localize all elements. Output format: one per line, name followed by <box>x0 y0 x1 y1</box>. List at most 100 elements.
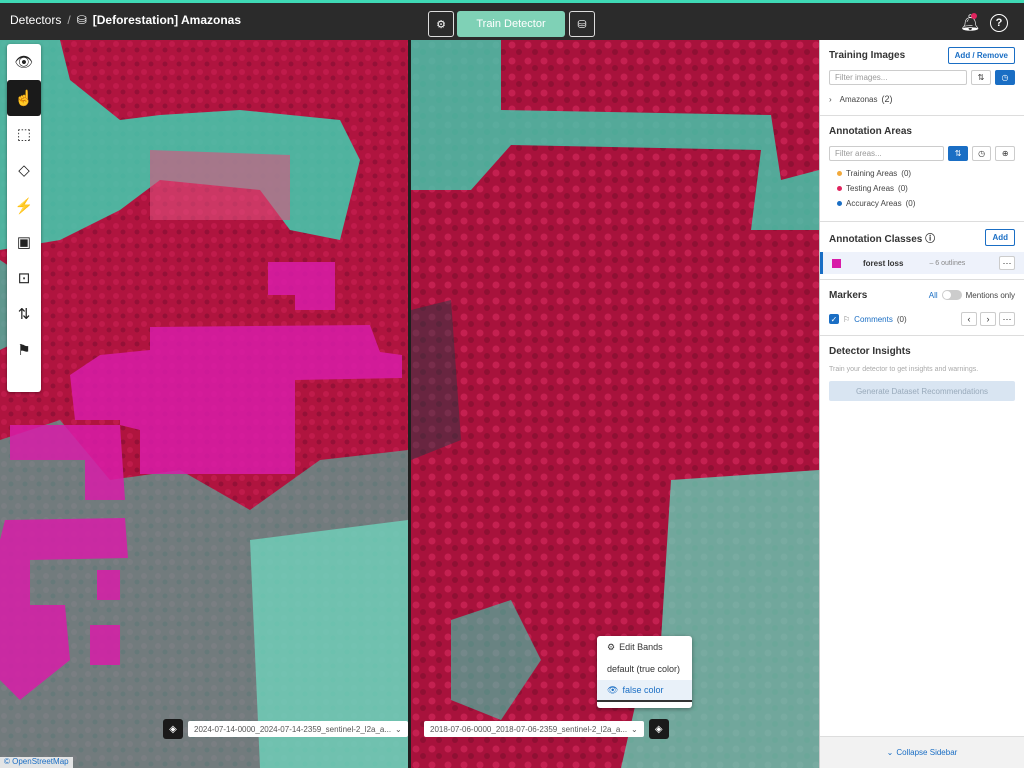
gear-icon: ⚙ <box>436 18 446 31</box>
chevron-down-double-icon: ⌄ <box>886 748 894 757</box>
view-tool[interactable]: 👁 <box>7 44 41 80</box>
annotation-areas-title: Annotation Areas <box>829 125 912 137</box>
markers-all-label[interactable]: All <box>929 291 938 300</box>
group-count: (2) <box>881 94 893 104</box>
flag-tool[interactable]: ⚑ <box>7 332 41 368</box>
zoom-select-icon: ⊡ <box>17 270 31 287</box>
magic-wand-icon: ⚡ <box>14 198 34 215</box>
class-row-forest-loss[interactable]: forest loss – 6 outlines ⋯ <box>820 252 1024 274</box>
areas-sort-button[interactable]: ⇅ <box>948 146 968 161</box>
top-bar: Detectors / ⛁ [Deforestation] Amazonas ⚙… <box>0 0 1024 40</box>
right-layers-button[interactable]: ◈ <box>648 719 669 739</box>
annotation-areas-section: Annotation Areas Filter areas... ⇅ ◷ ⊕ T… <box>820 116 1024 222</box>
polygon-icon: ◇ <box>18 162 30 179</box>
train-detector-button[interactable]: Train Detector <box>457 11 565 37</box>
right-date-select[interactable]: 2018-07-06-0000_2018-07-06-2359_sentinel… <box>424 721 644 737</box>
map-toolbar: 👁 ☝ ⬚ ◇ ⚡ ▣ ⊡ ⇅ ⚑ <box>7 44 41 392</box>
clock-icon: ◷ <box>1001 73 1009 82</box>
areas-globe-button[interactable]: ⊕ <box>995 146 1015 161</box>
notification-dot <box>971 13 977 19</box>
right-date-label: 2018-07-06-0000_2018-07-06-2359_sentinel… <box>430 724 628 734</box>
more-icon: ⋯ <box>1002 257 1012 268</box>
swap-icon: ⇅ <box>17 306 31 323</box>
next-comment-button[interactable]: › <box>980 312 996 326</box>
detector-insights-section: Detector Insights Train your detector to… <box>820 336 1024 418</box>
annotation-classes-label: Annotation Classes <box>829 233 923 245</box>
mentions-only-label: Mentions only <box>965 290 1015 300</box>
box-select-tool[interactable]: ⬚ <box>7 116 41 152</box>
breadcrumb-detectors[interactable]: Detectors <box>10 13 61 27</box>
pointer-icon: ☝ <box>14 90 34 107</box>
notifications-button[interactable]: 🔔︎ <box>960 13 980 33</box>
comment-icon: ⚐ <box>843 314 851 324</box>
group-name: Amazonas <box>839 94 878 104</box>
help-button[interactable]: ? <box>990 14 1008 32</box>
detector-insights-title: Detector Insights <box>829 345 911 357</box>
training-images-section: Training Images Add / Remove Filter image… <box>820 40 1024 116</box>
chevron-right-icon: › <box>986 314 990 324</box>
mentions-toggle[interactable] <box>941 290 962 300</box>
band-menu: ⚙ Edit Bands default (true color) 👁 false … <box>597 636 692 708</box>
database-button[interactable]: ⛁ <box>569 11 595 37</box>
insights-hint: Train your detector to get insights and … <box>829 366 979 373</box>
image-group-row[interactable]: › Amazonas (2) <box>829 94 1015 104</box>
sort-icon: ⇅ <box>954 149 962 158</box>
help-icon: ? <box>995 17 1003 29</box>
breadcrumb-separator: / <box>67 13 71 27</box>
info-icon: ⓘ <box>925 233 936 245</box>
zoom-select-tool[interactable]: ⊡ <box>7 260 41 296</box>
page-title: [Deforestation] Amazonas <box>92 13 242 27</box>
filter-areas-input[interactable]: Filter areas... <box>829 146 945 161</box>
left-date-label: 2024-07-14-0000_2024-07-14-2359_sentinel… <box>194 724 392 734</box>
eye-icon: 👁 <box>14 54 34 71</box>
chevron-left-icon: ‹ <box>967 314 971 324</box>
add-remove-button[interactable]: Add / Remove <box>947 46 1015 64</box>
add-class-button[interactable]: Add <box>985 228 1015 246</box>
collapse-sidebar-button[interactable]: ⌄ Collapse Sidebar <box>820 736 1024 768</box>
class-meta: – 6 outlines <box>929 259 966 267</box>
testing-dot <box>837 186 842 191</box>
generate-recommendations-button[interactable]: Generate Dataset Recommendations <box>829 381 1015 401</box>
prev-comment-button[interactable]: ‹ <box>961 312 977 326</box>
sort-alpha-button[interactable]: ⇅ <box>971 70 991 85</box>
markers-section: Markers All Mentions only ✓ ⚐ Comments (0… <box>820 280 1024 336</box>
map-left[interactable] <box>0 40 408 768</box>
false-color-label: false color <box>622 685 664 695</box>
markers-more-button[interactable]: ⋯ <box>999 312 1015 326</box>
false-color-option[interactable]: 👁 false color <box>597 680 692 702</box>
comments-checkbox[interactable]: ✓ <box>829 314 839 324</box>
edit-bands-item[interactable]: ⚙ Edit Bands <box>597 636 692 658</box>
training-images-title: Training Images <box>829 49 906 61</box>
left-date-bar: ◈ 2024-07-14-0000_2024-07-14-2359_sentin… <box>163 719 408 739</box>
training-dot <box>837 171 842 176</box>
markers-title: Markers <box>829 289 868 301</box>
pointer-tool[interactable]: ☝ <box>7 80 41 116</box>
area-label: Testing Areas <box>846 184 895 193</box>
sort-icon: ⇅ <box>977 73 985 82</box>
left-layers-button[interactable]: ◈ <box>163 719 183 739</box>
accuracy-dot <box>837 201 842 206</box>
swap-tool[interactable]: ⇅ <box>7 296 41 332</box>
sort-time-button[interactable]: ◷ <box>995 70 1015 85</box>
settings-button[interactable]: ⚙ <box>428 11 454 37</box>
box-select-icon: ⬚ <box>16 126 32 143</box>
areas-time-button[interactable]: ◷ <box>971 146 992 161</box>
area-item-accuracy[interactable]: Accuracy Areas (0) <box>837 199 1015 208</box>
filter-images-input[interactable]: Filter images... <box>829 70 967 85</box>
comments-label[interactable]: Comments <box>854 315 893 324</box>
edit-bands-label: Edit Bands <box>619 642 663 652</box>
annotation-classes-section: Annotation Classes ⓘ Add forest loss – 6 … <box>820 222 1024 280</box>
area-item-training[interactable]: Training Areas (0) <box>837 169 1015 178</box>
more-icon: ⋯ <box>1002 313 1012 324</box>
area-item-testing[interactable]: Testing Areas (0) <box>837 184 1015 193</box>
map-attribution[interactable]: © OpenStreetMap <box>0 757 73 768</box>
sidebar: Training Images Add / Remove Filter image… <box>819 40 1024 768</box>
project-icon: ⛁ <box>76 13 87 27</box>
polygon-tool[interactable]: ◇ <box>7 152 41 188</box>
class-more-button[interactable]: ⋯ <box>999 256 1015 270</box>
true-color-option[interactable]: default (true color) <box>597 658 692 680</box>
left-date-select[interactable]: 2024-07-14-0000_2024-07-14-2359_sentinel… <box>188 721 408 737</box>
area-count: (0) <box>901 169 912 178</box>
crop-tool[interactable]: ▣ <box>7 224 41 260</box>
magic-wand-tool[interactable]: ⚡ <box>7 188 41 224</box>
